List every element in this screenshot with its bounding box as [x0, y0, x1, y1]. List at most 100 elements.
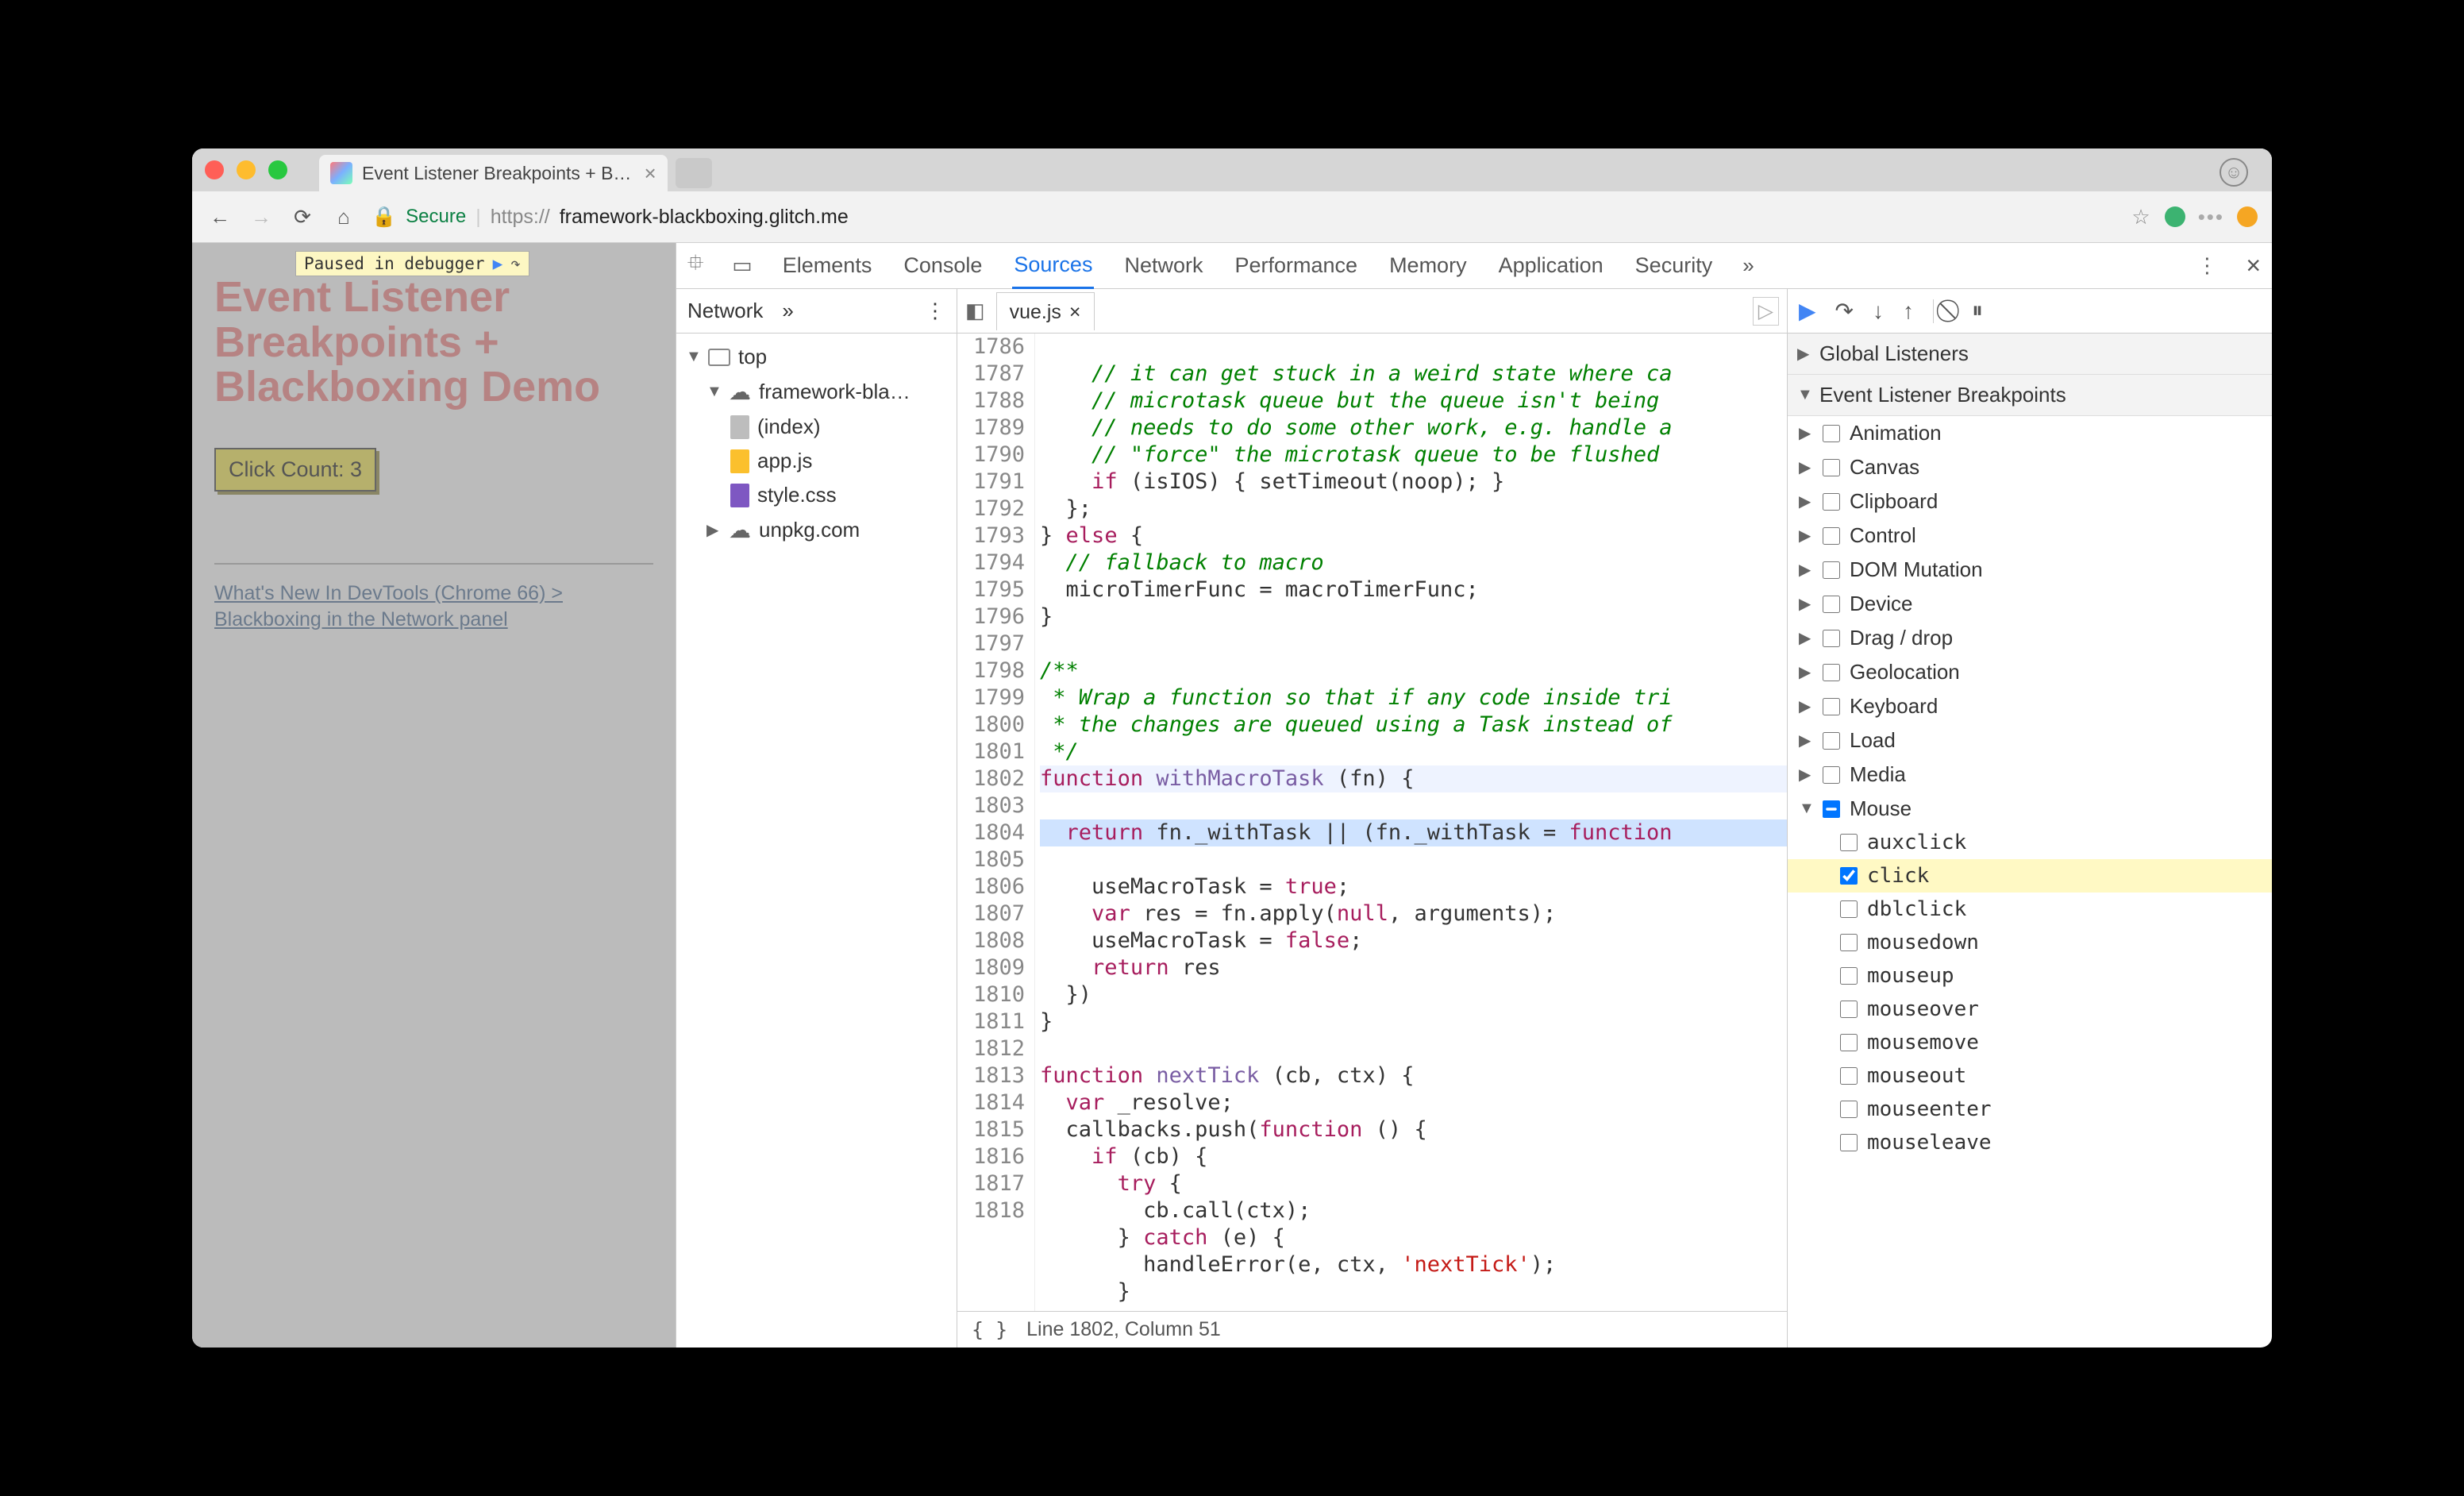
bp-category-device[interactable]: ▶Device [1788, 587, 2272, 621]
tabs-overflow-button[interactable]: » [1742, 253, 1754, 278]
device-mode-button[interactable]: ▭ [732, 253, 753, 278]
tab-network[interactable]: Network [1122, 244, 1204, 287]
bp-checkbox[interactable] [1840, 900, 1858, 918]
pretty-print-button[interactable]: { } [972, 1318, 1007, 1341]
tree-file-stylecss[interactable]: style.css [683, 478, 950, 512]
forward-button[interactable]: → [248, 205, 275, 229]
tab-application[interactable]: Application [1497, 244, 1605, 287]
profile-avatar[interactable]: ☺ [2220, 158, 2248, 187]
tab-memory[interactable]: Memory [1388, 244, 1469, 287]
navigator-menu-button[interactable]: ⋮ [925, 299, 945, 323]
browser-tab[interactable]: Event Listener Breakpoints + B… × [319, 155, 668, 191]
bp-checkbox[interactable] [1823, 800, 1840, 818]
history-forward-button[interactable]: ▷ [1753, 297, 1779, 326]
bp-event-mouseover[interactable]: mouseover [1788, 993, 2272, 1026]
resume-mini-button[interactable]: ▶ [493, 254, 503, 273]
address-bar[interactable]: 🔒 Secure | https://framework-blackboxing… [372, 206, 2117, 229]
bp-checkbox[interactable] [1823, 766, 1840, 784]
back-button[interactable]: ← [206, 205, 233, 229]
tree-top[interactable]: ▼ top [683, 340, 950, 374]
bp-checkbox[interactable] [1823, 561, 1840, 579]
tab-security[interactable]: Security [1634, 244, 1715, 287]
event-listener-breakpoints-section[interactable]: ▼ Event Listener Breakpoints [1788, 375, 2272, 416]
bp-checkbox[interactable] [1840, 834, 1858, 851]
expand-icon[interactable]: ▼ [706, 383, 721, 401]
bp-checkbox[interactable] [1823, 664, 1840, 681]
bp-category-load[interactable]: ▶Load [1788, 723, 2272, 758]
tree-host[interactable]: ▼ ☁ framework-bla… [683, 374, 950, 410]
tab-close-button[interactable]: × [644, 161, 656, 186]
tab-console[interactable]: Console [902, 244, 984, 287]
home-button[interactable]: ⌂ [330, 205, 357, 229]
bp-category-media[interactable]: ▶Media [1788, 758, 2272, 792]
expand-icon[interactable]: ▶ [706, 520, 721, 540]
whats-new-link[interactable]: What's New In DevTools (Chrome 66) > Bla… [214, 580, 653, 632]
bp-checkbox[interactable] [1823, 630, 1840, 647]
bp-checkbox[interactable] [1823, 493, 1840, 511]
resume-button[interactable]: ▶ [1799, 298, 1816, 324]
bp-checkbox[interactable] [1823, 698, 1840, 715]
expand-icon[interactable]: ▼ [686, 348, 700, 366]
navigator-network-tab[interactable]: Network [687, 299, 763, 323]
click-count-button[interactable]: Click Count: 3 [214, 448, 376, 492]
bp-checkbox[interactable] [1840, 967, 1858, 985]
bp-event-mouseenter[interactable]: mouseenter [1788, 1093, 2272, 1126]
step-over-mini-button[interactable]: ↷ [510, 254, 521, 273]
bp-category-clipboard[interactable]: ▶Clipboard [1788, 484, 2272, 519]
bp-checkbox[interactable] [1823, 459, 1840, 476]
devtools-menu-button[interactable]: ⋮ [2196, 253, 2217, 278]
bookmark-button[interactable]: ☆ [2131, 205, 2150, 229]
bp-category-mouse[interactable]: ▼Mouse [1788, 792, 2272, 826]
devtools-close-button[interactable]: × [2246, 251, 2261, 280]
file-tab-vuejs[interactable]: vue.js × [996, 292, 1095, 330]
expand-icon[interactable]: ▼ [1797, 386, 1811, 404]
close-window-button[interactable] [205, 160, 224, 179]
pause-on-exceptions-button[interactable]: ⏸ [1972, 298, 1983, 324]
bp-event-mousemove[interactable]: mousemove [1788, 1026, 2272, 1059]
tree-file-index[interactable]: (index) [683, 410, 950, 444]
bp-checkbox[interactable] [1840, 867, 1858, 885]
bp-category-geolocation[interactable]: ▶Geolocation [1788, 655, 2272, 689]
bp-category-drag-drop[interactable]: ▶Drag / drop [1788, 621, 2272, 655]
bp-checkbox[interactable] [1823, 596, 1840, 613]
tree-unpkg[interactable]: ▶ ☁ unpkg.com [683, 512, 950, 548]
bp-checkbox[interactable] [1840, 1001, 1858, 1018]
bp-event-mouseup[interactable]: mouseup [1788, 959, 2272, 993]
bp-event-mousedown[interactable]: mousedown [1788, 926, 2272, 959]
bp-checkbox[interactable] [1840, 1034, 1858, 1051]
bp-checkbox[interactable] [1823, 527, 1840, 545]
bp-category-canvas[interactable]: ▶Canvas [1788, 450, 2272, 484]
global-listeners-section[interactable]: ▶ Global Listeners [1788, 334, 2272, 375]
bp-checkbox[interactable] [1840, 1101, 1858, 1118]
code-editor[interactable]: 1786178717881789179017911792179317941795… [957, 334, 1787, 1311]
bp-event-auxclick[interactable]: auxclick [1788, 826, 2272, 859]
bp-checkbox[interactable] [1823, 732, 1840, 750]
bp-event-dblclick[interactable]: dblclick [1788, 893, 2272, 926]
extension-green-icon[interactable] [2165, 206, 2185, 227]
minimize-window-button[interactable] [237, 160, 256, 179]
bp-checkbox[interactable] [1823, 425, 1840, 442]
step-over-button[interactable]: ↷ [1835, 298, 1854, 324]
tab-elements[interactable]: Elements [781, 244, 874, 287]
extension-menu-icon[interactable]: ••• [2198, 205, 2224, 229]
bp-category-animation[interactable]: ▶Animation [1788, 416, 2272, 450]
extension-orange-icon[interactable] [2237, 206, 2258, 227]
bp-checkbox[interactable] [1840, 1067, 1858, 1085]
tab-sources[interactable]: Sources [1012, 243, 1094, 289]
new-tab-button[interactable] [676, 158, 712, 188]
bp-checkbox[interactable] [1840, 934, 1858, 951]
reload-button[interactable]: ⟳ [289, 205, 316, 229]
bp-category-control[interactable]: ▶Control [1788, 519, 2272, 553]
bp-event-mouseleave[interactable]: mouseleave [1788, 1126, 2272, 1159]
bp-category-dom-mutation[interactable]: ▶DOM Mutation [1788, 553, 2272, 587]
toggle-navigator-button[interactable]: ◧ [965, 299, 985, 323]
bp-event-click[interactable]: click [1788, 859, 2272, 893]
navigator-overflow-button[interactable]: » [782, 299, 793, 323]
step-into-button[interactable]: ↓ [1873, 299, 1884, 324]
maximize-window-button[interactable] [268, 160, 287, 179]
step-out-button[interactable]: ↑ [1903, 299, 1914, 324]
bp-category-keyboard[interactable]: ▶Keyboard [1788, 689, 2272, 723]
tab-performance[interactable]: Performance [1233, 244, 1359, 287]
bp-event-mouseout[interactable]: mouseout [1788, 1059, 2272, 1093]
tree-file-appjs[interactable]: app.js [683, 444, 950, 478]
